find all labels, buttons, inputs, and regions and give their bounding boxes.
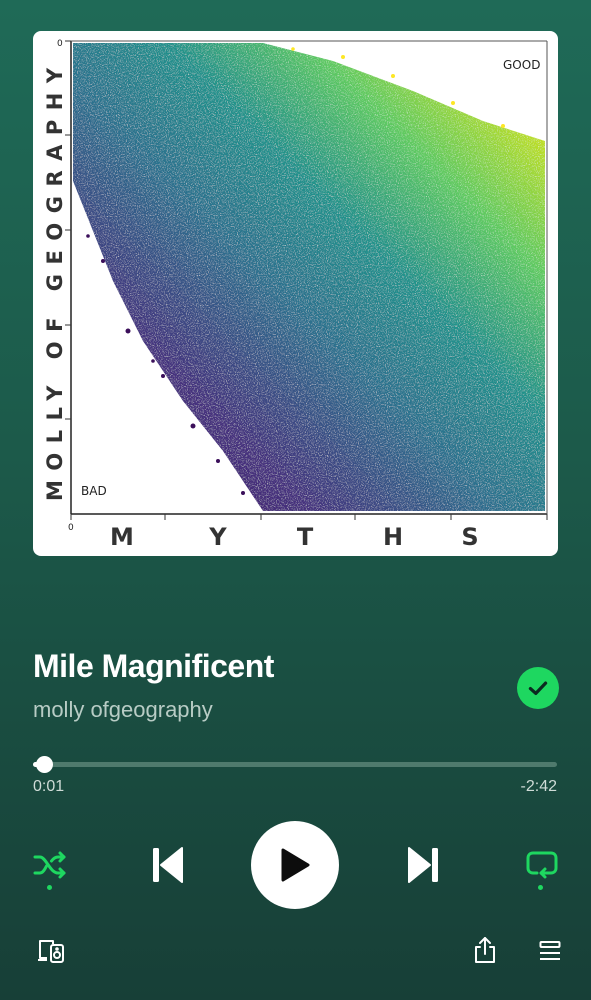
next-button[interactable]	[402, 843, 446, 887]
shuffle-icon	[33, 851, 66, 879]
x-axis-letter: H	[383, 523, 403, 551]
shuffle-active-indicator	[47, 885, 52, 890]
shuffle-button[interactable]	[30, 847, 70, 883]
repeat-button[interactable]	[522, 847, 562, 883]
y-axis-title: MOLLY OF GEOGRAPHY	[43, 58, 67, 501]
x-axis-letter: S	[461, 523, 478, 551]
corner-label-bad: BAD	[81, 484, 107, 498]
play-icon	[281, 848, 310, 882]
x-axis-letter: T	[297, 523, 314, 551]
track-artist[interactable]: molly ofgeography	[33, 697, 213, 723]
track-title[interactable]: Mile Magnificent	[33, 648, 274, 685]
repeat-icon	[526, 851, 558, 879]
connect-device-button[interactable]	[36, 936, 68, 966]
elapsed-time: 0:01	[33, 778, 65, 795]
share-button[interactable]	[470, 934, 500, 966]
axis-zero-y: 0	[57, 39, 63, 49]
previous-button[interactable]	[145, 843, 189, 887]
queue-icon	[539, 941, 561, 960]
progress-handle[interactable]	[36, 756, 53, 773]
liked-button[interactable]	[517, 667, 559, 709]
x-axis-letter: Y	[208, 523, 227, 551]
next-icon	[408, 847, 438, 883]
checkmark-icon	[528, 681, 548, 696]
x-axis-letter: M	[110, 523, 134, 551]
queue-button[interactable]	[535, 936, 565, 966]
connect-device-icon	[38, 940, 64, 963]
remaining-time: -2:42	[520, 778, 557, 795]
previous-icon	[153, 847, 183, 883]
album-artwork: 0 0 GOOD BAD MOLLY OF GEOGRAPHY M Y T H …	[33, 31, 558, 556]
share-icon	[475, 937, 495, 963]
corner-label-good: GOOD	[503, 58, 540, 72]
album-artwork-graphic: 0 0 GOOD BAD MOLLY OF GEOGRAPHY M Y T H …	[43, 39, 548, 551]
play-button[interactable]	[251, 821, 339, 909]
axis-zero-x: 0	[68, 523, 74, 533]
progress-bar[interactable]	[33, 762, 557, 767]
repeat-active-indicator	[538, 885, 543, 890]
